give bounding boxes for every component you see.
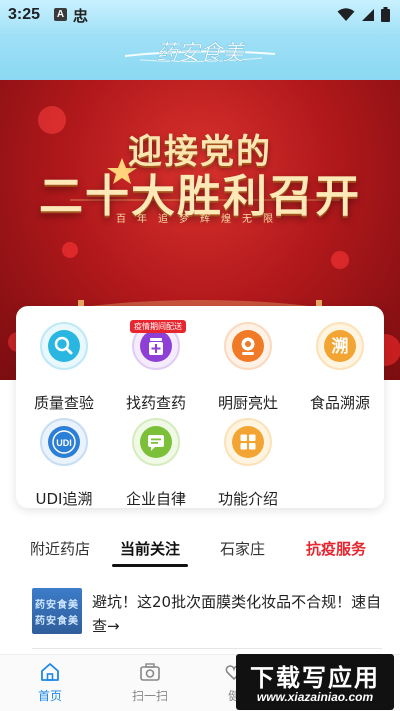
function-quality-check[interactable]: 质量查验 bbox=[18, 322, 110, 412]
function-food-trace[interactable]: 溯 食品溯源 bbox=[294, 322, 386, 412]
function-label: UDI追溯 bbox=[35, 490, 93, 508]
status-right-icons bbox=[337, 7, 390, 22]
tab-current-focus[interactable]: 当前关注 bbox=[120, 538, 180, 559]
active-tab-indicator bbox=[112, 564, 188, 567]
scan-camera-icon bbox=[140, 663, 160, 681]
watermark-text: 下载写应用 bbox=[250, 664, 380, 692]
udi-icon: UDI bbox=[48, 426, 80, 458]
logo-text: 药安食美 bbox=[156, 41, 246, 66]
function-label: 质量查验 bbox=[33, 394, 94, 412]
nav-home[interactable]: 首页 bbox=[10, 661, 90, 704]
news-list-item[interactable]: 药安食美 药安食美 避坑！这20批次面膜类化妆品不合规！速自查→ bbox=[0, 578, 400, 648]
function-enterprise-discipline[interactable]: 企业自律 bbox=[110, 418, 202, 508]
function-introduction[interactable]: 功能介绍 bbox=[202, 418, 294, 508]
news-thumbnail: 药安食美 药安食美 bbox=[32, 588, 82, 634]
trace-icon: 溯 bbox=[324, 330, 356, 362]
notification-a-icon: A bbox=[54, 8, 67, 21]
epidemic-delivery-badge: 疫情期间配送 bbox=[130, 320, 186, 333]
nav-label: 扫一扫 bbox=[131, 689, 168, 703]
tab-epidemic-service[interactable]: 抗疫服务 bbox=[306, 538, 366, 559]
function-grid-card: 疫情期间配送 质量查验 找药查药 明厨亮灶 溯 食品溯源 UDI UDI追溯 企… bbox=[16, 306, 384, 508]
app-logo: 药安食美 bbox=[124, 41, 276, 66]
tab-shijiazhuang[interactable]: 石家庄 bbox=[220, 538, 265, 559]
function-label: 找药查药 bbox=[125, 394, 186, 412]
site-watermark: 下载写应用 www.xiazainiao.com bbox=[236, 654, 394, 710]
battery-icon bbox=[381, 7, 390, 22]
grid-icon bbox=[232, 426, 264, 458]
wifi-icon bbox=[337, 7, 355, 21]
notification-app-icon: 忠 bbox=[73, 7, 89, 25]
banner-subtitle: 百年追梦辉煌无限 bbox=[116, 214, 284, 225]
function-bright-kitchen[interactable]: 明厨亮灶 bbox=[202, 322, 294, 412]
function-label: 企业自律 bbox=[125, 490, 186, 508]
watermark-url: www.xiazainiao.com bbox=[256, 690, 374, 704]
status-time: 3:25 bbox=[8, 6, 41, 23]
divider bbox=[32, 648, 382, 649]
medicine-bottle-icon bbox=[140, 330, 172, 362]
function-udi-trace[interactable]: UDI UDI追溯 bbox=[18, 418, 110, 508]
function-label: 功能介绍 bbox=[217, 490, 278, 508]
camera-icon bbox=[232, 330, 264, 362]
svg-text:UDI: UDI bbox=[56, 438, 72, 448]
magnifier-icon bbox=[48, 330, 80, 362]
news-title: 避坑！这20批次面膜类化妆品不合规！速自查→ bbox=[92, 593, 382, 635]
nav-label: 首页 bbox=[37, 689, 62, 703]
news-thumbnail-text: 药安食美 bbox=[35, 600, 79, 611]
status-bar: 3:25 A 忠 bbox=[0, 0, 400, 30]
nav-scan[interactable]: 扫一扫 bbox=[110, 661, 190, 704]
function-label: 食品溯源 bbox=[309, 394, 370, 412]
tab-nearby-pharmacy[interactable]: 附近药店 bbox=[30, 538, 90, 559]
home-icon bbox=[41, 663, 59, 681]
top-header-area: 3:25 A 忠 药安食美 bbox=[0, 0, 400, 80]
content-tabs: 附近药店 当前关注 石家庄 抗疫服务 bbox=[0, 528, 400, 568]
chat-icon bbox=[140, 426, 172, 458]
news-thumbnail-text: 药安食美 bbox=[35, 616, 79, 627]
signal-icon bbox=[362, 8, 374, 21]
svg-text:溯: 溯 bbox=[332, 336, 349, 357]
function-find-medicine[interactable]: 找药查药 bbox=[110, 322, 202, 412]
function-label: 明厨亮灶 bbox=[217, 394, 278, 412]
